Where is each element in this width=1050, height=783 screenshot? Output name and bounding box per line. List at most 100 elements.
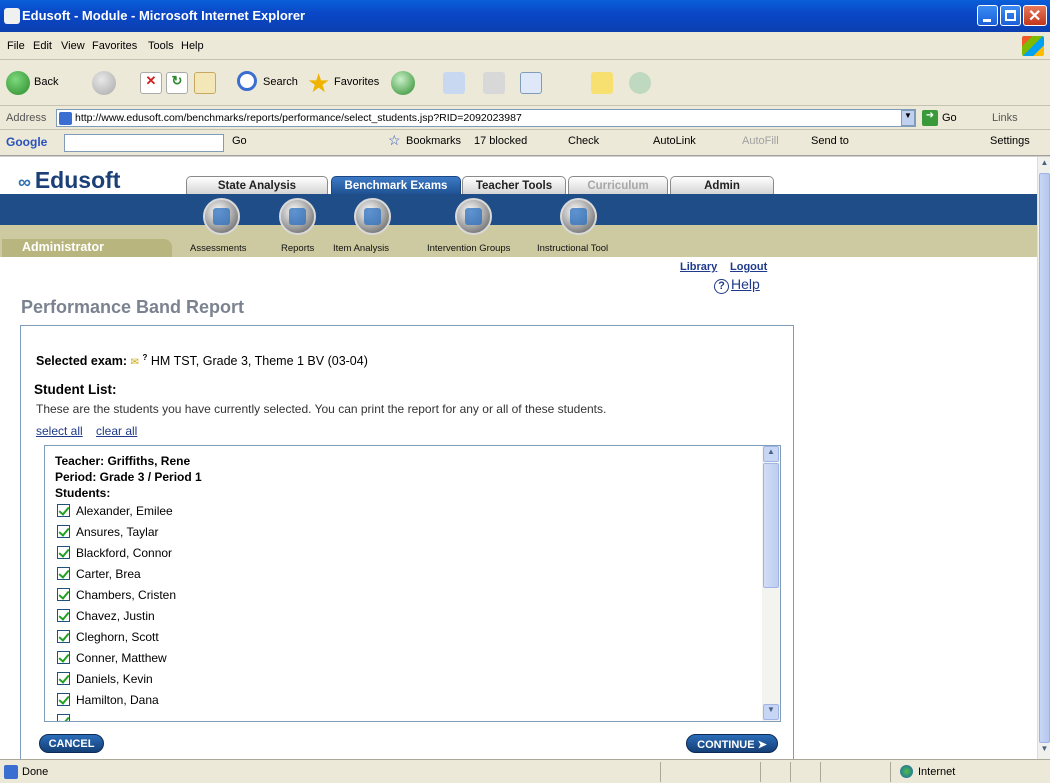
nav-intervention-groups[interactable]: Intervention Groups — [427, 243, 510, 254]
favorites-star-icon[interactable]: ★ — [307, 68, 330, 99]
tab-curriculum: Curriculum — [568, 176, 668, 195]
nav-instructional-tool[interactable]: Instructional Tool — [537, 243, 608, 254]
spell-check-button[interactable]: Check — [568, 135, 599, 147]
tab-teacher-tools[interactable]: Teacher Tools — [462, 176, 566, 195]
library-link[interactable]: Library — [680, 261, 717, 273]
edit-icon[interactable] — [520, 72, 542, 94]
student-checkbox[interactable] — [57, 609, 70, 622]
logout-link[interactable]: Logout — [730, 261, 767, 273]
links-button[interactable]: Links — [992, 112, 1018, 124]
google-toolbar: Google Go ☆ Bookmarks 17 blocked Check A… — [0, 130, 1050, 156]
back-button[interactable]: Back — [34, 76, 58, 88]
page-scroll-up-icon[interactable]: ▲ — [1039, 158, 1050, 172]
list-item[interactable]: Blackford, Connor — [57, 546, 172, 562]
refresh-icon[interactable]: ↻ — [166, 72, 188, 94]
list-item[interactable]: Cleghorn, Scott — [57, 630, 159, 646]
forward-arrow-icon[interactable] — [92, 71, 116, 95]
status-divider — [790, 762, 791, 782]
nav-reports[interactable]: Reports — [281, 243, 314, 254]
messenger-icon[interactable] — [629, 72, 651, 94]
tab-state-analysis[interactable]: State Analysis — [186, 176, 328, 195]
menu-favorites[interactable]: Favorites — [92, 40, 137, 52]
list-item[interactable]: Chavez, Justin — [57, 609, 155, 625]
student-checkbox[interactable] — [57, 672, 70, 685]
menu-help[interactable]: Help — [181, 40, 204, 52]
continue-button[interactable]: CONTINUE ➤ — [686, 734, 778, 753]
menu-tools[interactable]: Tools — [148, 40, 174, 52]
intervention-groups-icon[interactable] — [455, 198, 492, 235]
mail-icon[interactable] — [443, 72, 465, 94]
help-icon: ? — [714, 279, 729, 294]
scroll-up-icon[interactable]: ▲ — [763, 446, 779, 462]
menu-file[interactable]: File — [7, 40, 25, 52]
menu-view[interactable]: View — [61, 40, 85, 52]
history-icon[interactable] — [391, 71, 415, 95]
instructional-tool-icon[interactable] — [560, 198, 597, 235]
list-item[interactable]: Carter, Brea — [57, 567, 141, 583]
popup-blocked-button[interactable]: 17 blocked — [474, 135, 527, 147]
clear-all-link[interactable]: clear all — [96, 424, 137, 438]
menu-edit[interactable]: Edit — [33, 40, 52, 52]
go-arrow-icon[interactable]: ➜ — [922, 110, 938, 126]
list-item[interactable]: Hamilton, Dana — [57, 693, 159, 709]
minimize-button[interactable] — [977, 5, 998, 26]
student-listbox[interactable]: Teacher: Griffiths, Rene Period: Grade 3… — [44, 445, 781, 722]
student-checkbox[interactable] — [57, 588, 70, 601]
scroll-down-icon[interactable]: ▼ — [763, 704, 779, 720]
address-dropdown-icon[interactable]: ▼ — [901, 110, 915, 126]
list-item[interactable]: Daniels, Kevin — [57, 672, 153, 688]
nav-assessments[interactable]: Assessments — [190, 243, 247, 254]
print-icon[interactable] — [483, 72, 505, 94]
reports-icon[interactable] — [279, 198, 316, 235]
student-checkbox[interactable] — [57, 651, 70, 664]
search-button[interactable]: Search — [263, 76, 298, 88]
internet-zone-icon — [900, 765, 913, 778]
send-to-button[interactable]: Send to — [811, 135, 849, 147]
tab-admin[interactable]: Admin — [670, 176, 774, 195]
cancel-button[interactable]: CANCEL — [39, 734, 104, 753]
autolink-button[interactable]: AutoLink — [653, 135, 696, 147]
students-label: Students: — [55, 486, 111, 500]
tab-benchmark-exams[interactable]: Benchmark Exams — [331, 176, 461, 195]
nav-item-analysis[interactable]: Item Analysis — [333, 243, 389, 254]
autofill-button[interactable]: AutoFill — [742, 135, 779, 147]
list-item[interactable]: Alexander, Emilee — [57, 504, 173, 520]
list-item[interactable]: Ansures, Taylar — [57, 525, 158, 541]
student-checkbox[interactable] — [57, 525, 70, 538]
close-button[interactable]: ✕ — [1023, 5, 1047, 26]
settings-button[interactable]: Settings — [990, 135, 1030, 147]
status-text: Done — [22, 766, 49, 778]
select-all-link[interactable]: select all — [36, 424, 83, 438]
student-checkbox[interactable] — [57, 630, 70, 643]
item-analysis-icon[interactable] — [354, 198, 391, 235]
address-input[interactable]: http://www.edusoft.com/benchmarks/report… — [56, 109, 916, 127]
bookmarks-button[interactable]: Bookmarks — [406, 135, 461, 147]
list-item[interactable] — [57, 714, 76, 721]
google-go-button[interactable]: Go — [232, 135, 247, 147]
listbox-scroll-thumb[interactable] — [763, 463, 779, 588]
discuss-icon[interactable] — [591, 72, 613, 94]
student-checkbox[interactable] — [57, 504, 70, 517]
home-icon[interactable] — [194, 72, 216, 94]
assessments-icon[interactable] — [203, 198, 240, 235]
stop-icon[interactable]: ✕ — [140, 72, 162, 94]
nav-band — [0, 194, 1037, 225]
exam-info-icon[interactable]: ✉ — [131, 357, 143, 368]
favorites-button[interactable]: Favorites — [334, 76, 379, 88]
list-item[interactable]: Chambers, Cristen — [57, 588, 176, 604]
student-checkbox[interactable] — [57, 714, 70, 721]
help-link[interactable]: ? Help — [714, 276, 760, 294]
student-checkbox[interactable] — [57, 546, 70, 559]
page-scrollbar[interactable]: ▲ ▼ — [1037, 157, 1050, 759]
go-button[interactable]: Go — [942, 112, 957, 124]
page-scroll-down-icon[interactable]: ▼ — [1039, 744, 1050, 758]
back-arrow-icon[interactable] — [6, 71, 30, 95]
listbox-scrollbar[interactable]: ▲ ▼ — [762, 446, 780, 721]
page-scroll-thumb[interactable] — [1039, 173, 1050, 743]
student-checkbox[interactable] — [57, 693, 70, 706]
google-search-input[interactable] — [64, 134, 224, 152]
maximize-button[interactable] — [1000, 5, 1021, 26]
list-item[interactable]: Conner, Matthew — [57, 651, 167, 667]
student-checkbox[interactable] — [57, 567, 70, 580]
search-icon[interactable] — [237, 71, 257, 91]
